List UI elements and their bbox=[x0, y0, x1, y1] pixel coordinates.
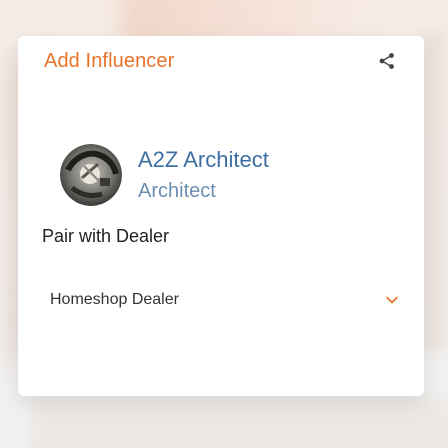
share-icon bbox=[379, 53, 394, 69]
modal-header: Add Influencer bbox=[18, 36, 424, 86]
screen: Add Influencer A2Z Architect Architect P… bbox=[0, 0, 448, 448]
add-influencer-modal: Add Influencer A2Z Architect Architect P… bbox=[18, 36, 424, 396]
dealer-select-value: Homeshop Dealer bbox=[50, 291, 179, 308]
profile-text: A2Z Architect Architect bbox=[138, 146, 269, 205]
share-button[interactable] bbox=[372, 46, 402, 76]
background-blur-right bbox=[422, 30, 448, 350]
influencer-profile: A2Z Architect Architect bbox=[60, 144, 269, 206]
influencer-name: A2Z Architect bbox=[138, 146, 269, 172]
chevron-down-icon bbox=[386, 296, 398, 304]
avatar bbox=[60, 144, 122, 206]
dealer-select[interactable]: Homeshop Dealer bbox=[44, 280, 404, 320]
background-blur-bottom bbox=[30, 398, 448, 448]
influencer-role: Architect bbox=[138, 179, 216, 202]
modal-title: Add Influencer bbox=[44, 49, 175, 72]
pair-with-dealer-heading: Pair with Dealer bbox=[42, 226, 170, 246]
